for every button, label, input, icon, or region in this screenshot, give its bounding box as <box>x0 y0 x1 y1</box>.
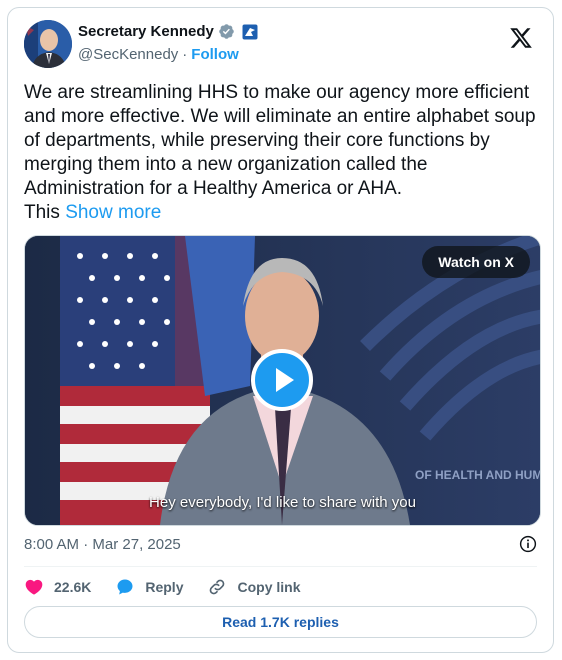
follow-button[interactable]: Follow <box>191 46 239 63</box>
author-name-row: Secretary Kennedy <box>78 23 258 40</box>
divider <box>24 566 537 567</box>
read-replies-button[interactable]: Read 1.7K replies <box>24 606 537 638</box>
action-bar: 22.6K Reply Copy link <box>24 574 325 600</box>
author-handle[interactable]: @SecKennedy <box>78 46 178 63</box>
meta-separator: · <box>83 536 89 553</box>
like-count: 22.6K <box>54 579 92 595</box>
author-handle-row: @SecKennedy · Follow <box>78 46 239 63</box>
like-button[interactable]: 22.6K <box>24 577 91 597</box>
copy-link-button[interactable]: Copy link <box>207 577 301 597</box>
video-backdrop-text: OF HEALTH AND HUM <box>415 468 540 482</box>
copy-link-label: Copy link <box>237 579 301 595</box>
info-icon[interactable] <box>519 535 537 553</box>
play-button[interactable] <box>251 349 313 411</box>
watch-on-x-button[interactable]: Watch on X <box>422 246 530 278</box>
verified-badge-icon <box>219 24 234 39</box>
post-card: Secretary Kennedy @SecKennedy · Follow W… <box>7 7 554 653</box>
post-timestamp[interactable]: 8:00 AM · Mar 27, 2025 <box>24 536 181 553</box>
heart-icon <box>25 579 43 595</box>
author-name[interactable]: Secretary Kennedy <box>78 23 214 40</box>
reply-button[interactable]: Reply <box>115 577 183 597</box>
post-header: Secretary Kennedy @SecKennedy · Follow <box>24 18 537 70</box>
post-text-tail: This <box>24 202 60 223</box>
post-text-body: We are streamlining HHS to make our agen… <box>24 82 536 199</box>
x-logo-icon[interactable] <box>509 26 533 50</box>
handle-separator: · <box>182 46 188 63</box>
video-player[interactable]: OF HEALTH AND HUM Watch on X Hey everybo… <box>24 235 541 526</box>
avatar-image <box>24 20 72 68</box>
show-more-link[interactable]: Show more <box>65 202 161 223</box>
reply-bubble-icon <box>117 579 133 595</box>
post-time: 8:00 AM <box>24 536 80 553</box>
reply-label: Reply <box>145 579 184 595</box>
post-text: We are streamlining HHS to make our agen… <box>24 81 536 225</box>
video-caption: Hey everybody, I'd like to share with yo… <box>149 494 416 511</box>
post-date: Mar 27, 2025 <box>92 536 181 553</box>
gov-affiliate-icon <box>242 24 258 39</box>
link-icon <box>210 579 225 595</box>
avatar[interactable] <box>24 20 72 68</box>
play-icon <box>276 368 294 392</box>
